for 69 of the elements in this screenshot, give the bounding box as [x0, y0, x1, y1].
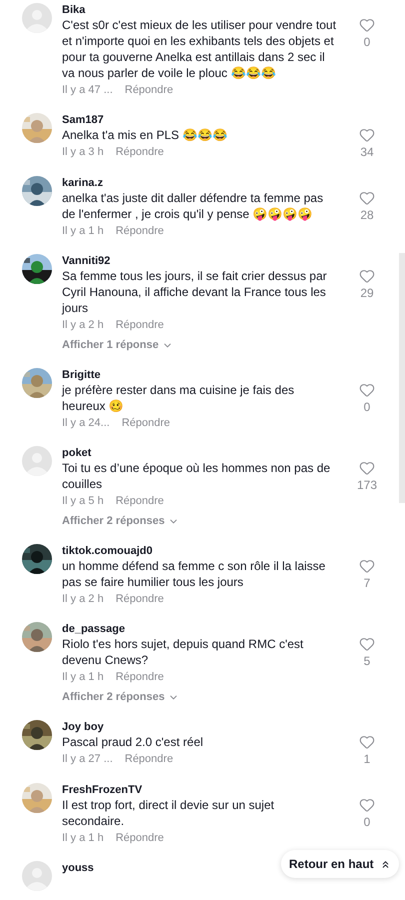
comment-time: Il y a 24...	[62, 416, 110, 430]
like-icon[interactable]	[359, 127, 375, 143]
comment-time: Il y a 1 h	[62, 831, 104, 845]
comment-text: un homme défend sa femme c son rôle il la laisse pas se faire humilier tous les jours	[62, 558, 326, 590]
back-to-top-button[interactable]: Retour en haut	[281, 850, 399, 878]
username[interactable]: Bika	[62, 3, 86, 17]
like-count: 28	[360, 207, 374, 223]
comment-text: Sa femme tous les jours, il se fait crier dessus par Cyril Hanouna, il affiche devant la France tous les jours	[62, 268, 328, 316]
reply-link[interactable]: Répondre	[122, 416, 170, 430]
comment-text: C'est s0r c'est mieux de les utiliser pour vendre tout et n'importe quoi en les exhibants tels des objets et pour ta gouverne Anelka est antillais dans 2 sec il va nous parler de voile le plouc 😂😂😂	[62, 17, 338, 81]
view-replies-link[interactable]: Afficher 1 réponse	[62, 338, 173, 352]
like-icon[interactable]	[359, 382, 375, 398]
comment-time: Il y a 27 ...	[62, 752, 113, 766]
reply-link[interactable]: Répondre	[116, 670, 164, 684]
avatar-icon	[22, 446, 52, 476]
like-count: 5	[364, 653, 370, 669]
comment-text: Anelka t'a mis en PLS 😂😂😂	[62, 127, 228, 143]
comment-time: Il y a 1 h	[62, 224, 104, 238]
like-icon[interactable]	[359, 190, 375, 206]
comment-text: Il est trop fort, direct il devie sur un sujet secondaire.	[62, 797, 276, 829]
comment-time: Il y a 5 h	[62, 494, 104, 508]
like-count: 0	[364, 399, 370, 415]
like-icon[interactable]	[359, 636, 375, 652]
comment-text: anelka t'as juste dit daller défendre ta femme pas de l'enfermer , je crois qu'il y pense 🤪🤪🤪🤪	[62, 190, 324, 222]
like-icon[interactable]	[359, 797, 375, 813]
like-icon[interactable]	[359, 17, 375, 33]
comment-text: Pascal praud 2.0 c'est réel	[62, 734, 204, 750]
comment-time: Il y a 1 h	[62, 670, 104, 684]
avatar-icon	[22, 861, 52, 891]
like-icon[interactable]	[359, 460, 375, 476]
like-icon[interactable]	[359, 268, 375, 284]
username[interactable]: karina.z	[62, 176, 103, 190]
like-count: 1	[364, 751, 370, 767]
comment-time: Il y a 2 h	[62, 318, 104, 332]
comment-time: Il y a 47 ...	[62, 83, 113, 97]
like-count: 34	[360, 144, 374, 160]
like-count: 173	[356, 477, 378, 493]
username[interactable]: Vanniti92	[62, 254, 110, 268]
reply-link[interactable]: Répondre	[116, 831, 164, 845]
like-count: 7	[364, 575, 370, 591]
reply-link[interactable]: Répondre	[116, 494, 164, 508]
view-replies-link[interactable]: Afficher 2 réponses	[62, 690, 179, 704]
like-count: 0	[364, 814, 370, 830]
username[interactable]: Brigitte	[62, 368, 100, 382]
username[interactable]: poket	[62, 446, 92, 460]
comment-text: Toi tu es d’une époque où les hommes non pas de couilles	[62, 460, 332, 492]
username[interactable]: Joy boy	[62, 720, 104, 734]
chevrons-up-icon	[380, 858, 391, 870]
reply-link[interactable]: Répondre	[124, 83, 174, 97]
reply-link[interactable]: Répondre	[116, 145, 164, 159]
username[interactable]: de_passage	[62, 622, 125, 636]
username[interactable]: FreshFrozenTV	[62, 783, 142, 797]
reply-link[interactable]: Répondre	[116, 592, 164, 606]
like-count: 0	[364, 34, 370, 50]
comment-time: Il y a 2 h	[62, 592, 104, 606]
like-icon[interactable]	[359, 558, 375, 574]
like-count: 29	[360, 285, 374, 301]
username[interactable]: youss	[62, 861, 94, 875]
comment-time: Il y a 3 h	[62, 145, 104, 159]
username[interactable]: Sam187	[62, 113, 104, 127]
reply-link[interactable]: Répondre	[116, 318, 164, 332]
reply-link[interactable]: Répondre	[116, 224, 164, 238]
like-icon[interactable]	[359, 734, 375, 750]
comment-text: Riolo t'es hors sujet, depuis quand RMC c'est devenu Cnews?	[62, 636, 304, 668]
username[interactable]: tiktok.comouajd0	[62, 544, 152, 558]
comment-text: je préfère rester dans ma cuisine je fais des heureux 🥴	[62, 382, 296, 414]
avatar-icon	[22, 3, 52, 33]
reply-link[interactable]: Répondre	[124, 752, 174, 766]
view-replies-link[interactable]: Afficher 2 réponses	[62, 514, 179, 528]
